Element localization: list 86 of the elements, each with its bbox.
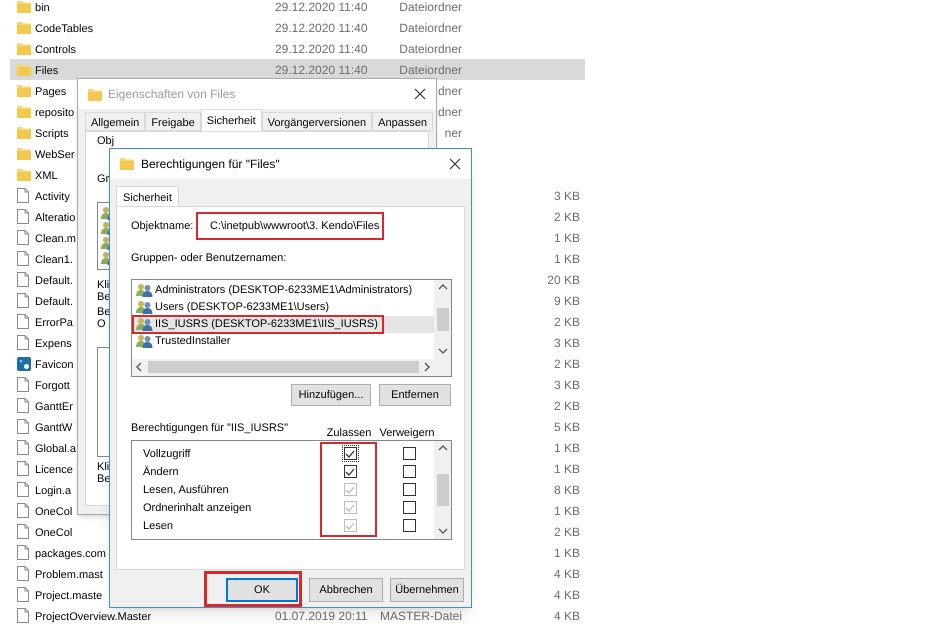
file-name: Pages: [35, 86, 66, 98]
file-size: 5 KB: [554, 418, 580, 436]
file-name: CodeTables: [35, 22, 94, 34]
file-name: Activity: [35, 190, 70, 202]
file-name: Controls: [35, 44, 76, 56]
group-name: TrustedInstaller: [155, 334, 230, 350]
file-name: GanttW: [35, 422, 72, 434]
file-name: XML: [35, 170, 58, 182]
permission-name: Vollzugriff: [142, 446, 192, 462]
file-type: Dateiordner: [399, 20, 462, 36]
window-title: Eigenschaften von Files: [108, 86, 236, 103]
file-name: Files: [35, 64, 58, 76]
file-size: 9 KB: [554, 292, 580, 310]
file-size: 1 KB: [554, 250, 580, 268]
file-type: Dateiordner: [399, 0, 462, 16]
file-type: ner: [444, 124, 462, 142]
file-name: WebSer: [35, 148, 75, 160]
file-name: Global.a: [35, 442, 76, 454]
file-size: 2 KB: [554, 208, 580, 226]
file-type: MASTER-Datei: [380, 608, 462, 624]
field-label: Gr: [97, 173, 110, 185]
file-name: Default.: [35, 296, 73, 308]
file-size: 4 KB: [554, 566, 580, 582]
file-type: Dateiordner: [399, 62, 462, 78]
file-name: ErrorPa: [35, 316, 73, 328]
file-size: 2 KB: [554, 314, 580, 330]
file-name: OneCol: [35, 526, 72, 538]
file-name: ProjectOverview.Master: [35, 610, 152, 622]
file-name: Login.a: [35, 484, 72, 496]
file-name: Expens: [35, 338, 72, 350]
group-name: Users (DESKTOP-6233ME1\Users): [155, 300, 330, 316]
group-name: Administrators (DESKTOP-6233ME1\Administrators): [155, 283, 412, 298]
file-name: Problem.mast: [35, 568, 103, 580]
file-date: 29.12.2020 11:40: [275, 20, 368, 34]
file-type: dner: [438, 104, 462, 120]
text-fragment: Kli: [97, 279, 110, 291]
group-name: IIS_IUSRS (DESKTOP-6233ME1\IIS_IUSRS): [155, 317, 378, 332]
file-name: packages.com: [35, 548, 106, 560]
file-size: 4 KB: [554, 608, 580, 624]
file-size: 2 KB: [554, 524, 580, 540]
permission-name: Ändern: [142, 464, 180, 480]
file-size: 1 KB: [554, 230, 580, 246]
file-size: 3 KB: [554, 188, 580, 204]
file-date: 01.07.2019 20:11: [275, 608, 368, 622]
file-size: 1 KB: [554, 460, 580, 478]
file-name: Alteratio: [35, 212, 76, 224]
window-title: Berechtigungen für "Files": [141, 156, 281, 173]
text-fragment: O: [97, 318, 106, 330]
file-size: 1 KB: [554, 544, 580, 562]
column-header: Zulassen: [326, 426, 372, 441]
field-label: Gruppen- oder Benutzernamen:: [131, 250, 288, 264]
file-size: 20 KB: [547, 272, 580, 288]
file-name: bin: [35, 2, 50, 14]
permission-name: Ordnerinhalt anzeigen: [142, 500, 252, 516]
file-name: Favicon: [35, 358, 74, 370]
field-label: Objektname:: [131, 218, 194, 234]
file-name: GanttEr: [35, 400, 73, 412]
file-date: 29.12.2020 11:40: [275, 0, 368, 14]
field-label: Berechtigungen für "IIS_IUSRS": [131, 420, 290, 436]
file-name: OneCol: [35, 506, 72, 518]
file-type: dner: [438, 82, 462, 100]
column-header: Verweigern: [378, 426, 436, 441]
file-size: 3 KB: [554, 376, 580, 394]
file-size: 2 KB: [554, 356, 580, 372]
object-path: C:\inetpub\wwwroot\3. Kendo\Files: [196, 212, 384, 240]
file-name: Scripts: [35, 128, 69, 140]
file-date: 29.12.2020 11:40: [275, 62, 368, 76]
file-size: 4 KB: [554, 586, 580, 604]
file-date: 29.12.2020 11:40: [275, 42, 368, 56]
file-name: Forgott: [35, 380, 70, 392]
file-size: 8 KB: [554, 482, 580, 498]
file-size: 1 KB: [554, 440, 580, 456]
file-name: Default.: [35, 274, 73, 286]
file-size: 1 KB: [554, 502, 580, 520]
permission-name: Lesen, Ausführen: [142, 482, 230, 498]
field-label: Obj: [97, 135, 114, 147]
file-size: 3 KB: [554, 334, 580, 352]
permission-name: Lesen: [142, 518, 174, 534]
file-name: Clean1.: [35, 254, 73, 266]
file-size: 2 KB: [554, 398, 580, 414]
file-name: Project.maste: [35, 590, 102, 602]
text-fragment: Kli: [97, 461, 110, 473]
file-name: Licence: [35, 464, 73, 476]
file-type: Dateiordner: [399, 40, 462, 58]
file-name: reposito: [35, 106, 74, 118]
file-name: Clean.m: [35, 232, 76, 244]
